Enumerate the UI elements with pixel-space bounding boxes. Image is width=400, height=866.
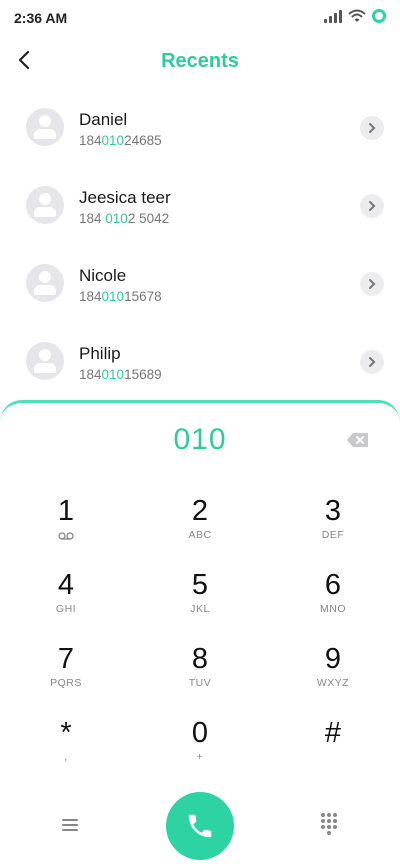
status-time: 2:36 AM (14, 10, 68, 26)
voicemail-icon (58, 532, 74, 540)
contact-list: Daniel 18401024685 Jeesica teer 184 0102… (0, 90, 400, 402)
key-2[interactable]: 2 ABC (140, 495, 260, 557)
key-star[interactable]: * , (6, 717, 126, 779)
call-button[interactable] (166, 792, 234, 860)
chevron-right-icon (369, 123, 376, 133)
phone-icon (188, 814, 212, 838)
chevron-right-icon (369, 357, 376, 367)
battery-icon (372, 9, 386, 23)
contact-row-philip[interactable]: Philip 18401015689 (0, 324, 400, 402)
key-8[interactable]: 8 TUV (140, 643, 260, 705)
avatar (26, 186, 64, 224)
signal-icon (324, 9, 342, 23)
key-7[interactable]: 7 PQRS (6, 643, 126, 705)
backspace-icon[interactable] (346, 431, 370, 449)
contact-name: Nicole (79, 266, 127, 285)
header: Recents (0, 40, 400, 84)
contact-number: 18401015678 (79, 289, 162, 304)
key-5[interactable]: 5 JKL (140, 569, 260, 631)
status-icons (324, 9, 386, 23)
contact-detail-button[interactable] (360, 116, 384, 140)
contact-number: 184 0102 5042 (79, 211, 170, 226)
contact-detail-button[interactable] (360, 194, 384, 218)
contact-row-daniel[interactable]: Daniel 18401024685 (0, 90, 400, 168)
avatar (26, 264, 64, 302)
contact-name: Jeesica teer (79, 188, 171, 207)
contact-number: 18401015689 (79, 367, 162, 382)
contact-detail-button[interactable] (360, 272, 384, 296)
key-hash[interactable]: # (273, 717, 393, 779)
status-bar: 2:36 AM (0, 0, 400, 36)
contact-detail-button[interactable] (360, 350, 384, 374)
contact-row-jeesica-teer[interactable]: Jeesica teer 184 0102 5042 (0, 168, 400, 246)
menu-icon[interactable] (58, 815, 82, 835)
wifi-icon (348, 9, 366, 22)
key-3[interactable]: 3 DEF (273, 495, 393, 557)
key-9[interactable]: 9 WXYZ (273, 643, 393, 705)
contact-row-nicole[interactable]: Nicole 18401015678 (0, 246, 400, 324)
contact-name: Daniel (79, 110, 128, 129)
dialer-panel: 010 1 2 ABC 3 DEF 4 GHI 5 JKL 6 MNO 7 PQ… (0, 400, 400, 866)
avatar (26, 342, 64, 380)
dial-input-display[interactable]: 010 (0, 423, 400, 457)
keypad-icon[interactable] (320, 812, 338, 836)
chevron-right-icon (369, 279, 376, 289)
contact-name: Philip (79, 344, 121, 363)
page-title: Recents (161, 50, 239, 72)
contact-number: 18401024685 (79, 133, 162, 148)
key-6[interactable]: 6 MNO (273, 569, 393, 631)
avatar (26, 108, 64, 146)
key-4[interactable]: 4 GHI (6, 569, 126, 631)
dialer-bottom-bar (0, 788, 400, 863)
key-1[interactable]: 1 (6, 495, 126, 557)
chevron-right-icon (369, 201, 376, 211)
key-0[interactable]: 0 + (140, 717, 260, 779)
